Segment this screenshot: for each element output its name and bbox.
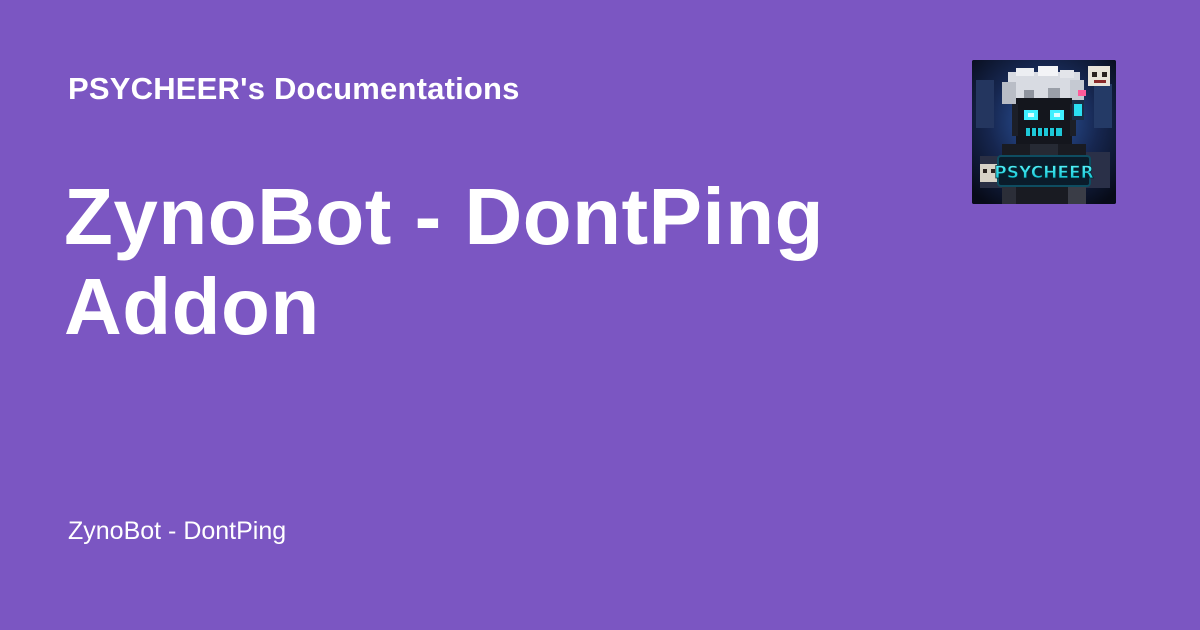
page-title: ZynoBot - DontPing Addon [64, 172, 824, 351]
psycheer-logo-icon: PSYCHEER [972, 60, 1116, 204]
social-card: PSYCHEER's Documentations ZynoBot - Dont… [0, 0, 1200, 630]
site-name: PSYCHEER's Documentations [68, 71, 520, 106]
page-subtitle: ZynoBot - DontPing [68, 517, 287, 545]
logo-text: PSYCHEER [994, 163, 1093, 183]
